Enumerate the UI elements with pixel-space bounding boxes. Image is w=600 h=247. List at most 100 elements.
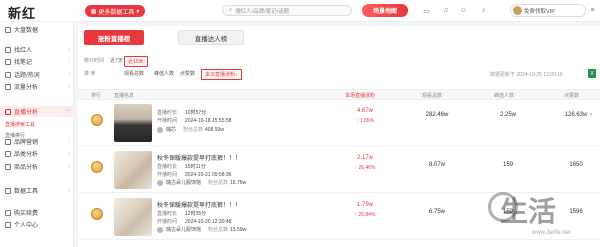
header-fans-growth[interactable]: 本场直播涨粉 [345, 92, 375, 99]
chevron-right-icon: › [68, 163, 70, 170]
sidebar-item-label: 直播分析 [14, 110, 39, 116]
peak-value: 2.25w [499, 112, 516, 118]
sidebar-item-label: 商品分析 [14, 165, 39, 171]
sidebar-item-traffic[interactable]: 流量分析 › [0, 81, 74, 92]
sidebar-item-label: 话题/热词 [14, 73, 40, 79]
live-thumbnail[interactable] [114, 104, 152, 142]
header-likes[interactable]: 点赞数 [564, 92, 579, 99]
watermark-site: www.3elife.net [532, 230, 571, 236]
sort-option-fans-growth[interactable]: 本次直播涨粉↓ [201, 69, 242, 80]
sidebar-item-notes[interactable]: 找笔记 › [0, 56, 74, 67]
start-time: 开播时间 2024-10-20 12:30:48 [157, 219, 232, 225]
sidebar-item-category[interactable]: 品类分析 › [0, 148, 74, 159]
sidebar-item-live[interactable]: 直播分析 ⌃ [0, 106, 74, 117]
duration: 直播时长 15时11分 [157, 164, 206, 170]
header-views[interactable]: 观看总数 [422, 92, 442, 99]
category-icon [5, 150, 11, 157]
search-input[interactable]: ⌕ 搜红人/品牌/笔记/话题 [222, 5, 352, 16]
sidebar-item-brand[interactable]: 品牌营销 › [0, 136, 74, 147]
bell-icon[interactable]: ♫ [440, 5, 451, 16]
user-icon[interactable]: ☺ [458, 5, 469, 16]
tab-fans-growth[interactable]: 涨粉直播榜 [84, 30, 144, 45]
app-logo[interactable]: 新红 [8, 3, 36, 22]
chevron-right-icon: › [68, 187, 70, 194]
rank-medal-icon [91, 208, 103, 222]
views-value: 282.46w [425, 112, 449, 118]
row-action-icon[interactable]: › [590, 112, 592, 118]
fans-growth-pct: ↑ 1.65% [355, 118, 375, 124]
excel-icon[interactable]: X [588, 69, 596, 78]
anchor-avatar [157, 126, 163, 133]
fans-growth-pct: ↑ 26.84% [354, 212, 376, 218]
vip-button[interactable]: 免费领取VIP [510, 4, 586, 17]
sidebar-item-label: 大盘数据 [14, 28, 39, 34]
header-live-info: 直播信息 [114, 93, 135, 99]
sidebar-subitem-live-search[interactable]: 直播搜索工具 [5, 121, 35, 128]
fans-total: 粉丝总数 15.76w [208, 180, 247, 186]
rank-medal-icon [91, 114, 103, 128]
fans-growth-value: 1.79w [356, 202, 373, 208]
sidebar-item-tools[interactable]: 数据工具 › [0, 185, 74, 196]
sidebar-item-product[interactable]: 商品分析 › [0, 161, 74, 172]
scene-map-button[interactable]: 场景地图 [362, 4, 408, 17]
duration: 直播时长 12时35分 [157, 211, 207, 217]
sidebar-item-topics[interactable]: 话题/热词 › [0, 69, 74, 80]
menu-icon[interactable]: ≡ [587, 5, 598, 16]
sidebar-item-purchase[interactable]: 购买续费 [0, 207, 74, 218]
live-title[interactable]: 秋冬保暖爆款提早打底裤！！！ [157, 200, 241, 209]
sidebar-item-label: 找笔记 [14, 60, 33, 66]
anchor-name: 璐古朵儿服饰馆 [166, 180, 202, 186]
douyin-icon[interactable]: ♪ [478, 5, 489, 16]
more-tools-button[interactable]: ▦ 更多数据工具 ▾ [85, 5, 145, 17]
period-option-7d[interactable]: 近7天 [107, 56, 126, 65]
anchor-name: 璐古朵儿服饰馆 [166, 227, 202, 233]
header-rank: 排行 [91, 93, 102, 99]
sort-option-peak[interactable]: 峰值人数 [151, 69, 177, 78]
anchor-info[interactable]: 璐芯 粉丝总数 408.93w [157, 126, 224, 133]
anchor-avatar [157, 179, 163, 186]
product-icon [5, 163, 11, 170]
cart-icon [5, 209, 11, 216]
person-icon [5, 46, 11, 53]
more-tools-label: 更多数据工具 [98, 9, 135, 16]
chevron-right-icon: › [68, 150, 70, 157]
sidebar-item-label: 数据工具 [14, 189, 39, 195]
duration: 直播时长 10时57分 [157, 110, 207, 116]
tab-live-anchors[interactable]: 直播达人榜 [178, 30, 244, 45]
sidebar-item-label: 品类分析 [14, 152, 39, 158]
chevron-right-icon: › [68, 71, 70, 78]
fans-growth-value: 2.17w [356, 155, 373, 161]
vip-label: 免费领取VIP [524, 8, 555, 15]
sidebar-item-market[interactable]: 大盘数据 [0, 24, 74, 35]
sidebar-item-influencers[interactable]: 找红人 › [0, 44, 74, 55]
sort-option-likes[interactable]: 点赞数 [177, 69, 198, 78]
sidebar: 大盘数据 找红人 › 找笔记 › 话题/热词 › 流量分析 › 直播分析 ⌃ 直… [0, 22, 74, 247]
views-value: 6.75w [428, 209, 445, 215]
brand-icon [5, 138, 11, 145]
avatar [513, 6, 522, 15]
fans-growth-value: 4.67w [356, 108, 373, 114]
table-header: 排行 直播信息 本场直播涨粉 观看总数 峰值人数 点赞数 [78, 89, 600, 100]
table-row[interactable]: 直播时长 10时57分 开播时间 2024-10-18 15:55:58 璐芯 粉丝… [78, 100, 600, 146]
live-thumbnail[interactable] [114, 198, 152, 236]
anchor-info[interactable]: 璐古朵儿服饰馆 粉丝总数 15.76w [157, 179, 246, 186]
sidebar-item-label: 个人中心 [14, 223, 39, 229]
header-peak[interactable]: 峰值人数 [494, 92, 514, 99]
grid-icon: ▦ [90, 8, 97, 15]
live-icon [5, 108, 11, 115]
chevron-down-icon: ▾ [136, 8, 140, 15]
dashboard-icon [5, 26, 11, 33]
note-icon [5, 58, 11, 65]
sidebar-item-profile[interactable]: 个人中心 [0, 219, 74, 230]
sort-option-views[interactable]: 观看总数 [121, 69, 147, 78]
anchor-avatar [157, 226, 163, 233]
video-icon[interactable]: ▭ [421, 5, 432, 16]
update-time: 数据更新于 2024-10-25 12:00:16 [490, 72, 563, 78]
live-thumbnail[interactable] [114, 151, 152, 189]
period-option-15d[interactable]: 近15天 [124, 56, 148, 67]
anchor-info[interactable]: 璐古朵儿服饰馆 粉丝总数 13.59w [157, 226, 246, 233]
chevron-up-icon: ⌃ [65, 108, 70, 115]
tools-icon [5, 187, 11, 194]
site-watermark: 生活 www.3elife.net [488, 184, 600, 247]
live-title[interactable]: 秋冬保暖爆款提早打底裤！！！ [157, 153, 241, 162]
